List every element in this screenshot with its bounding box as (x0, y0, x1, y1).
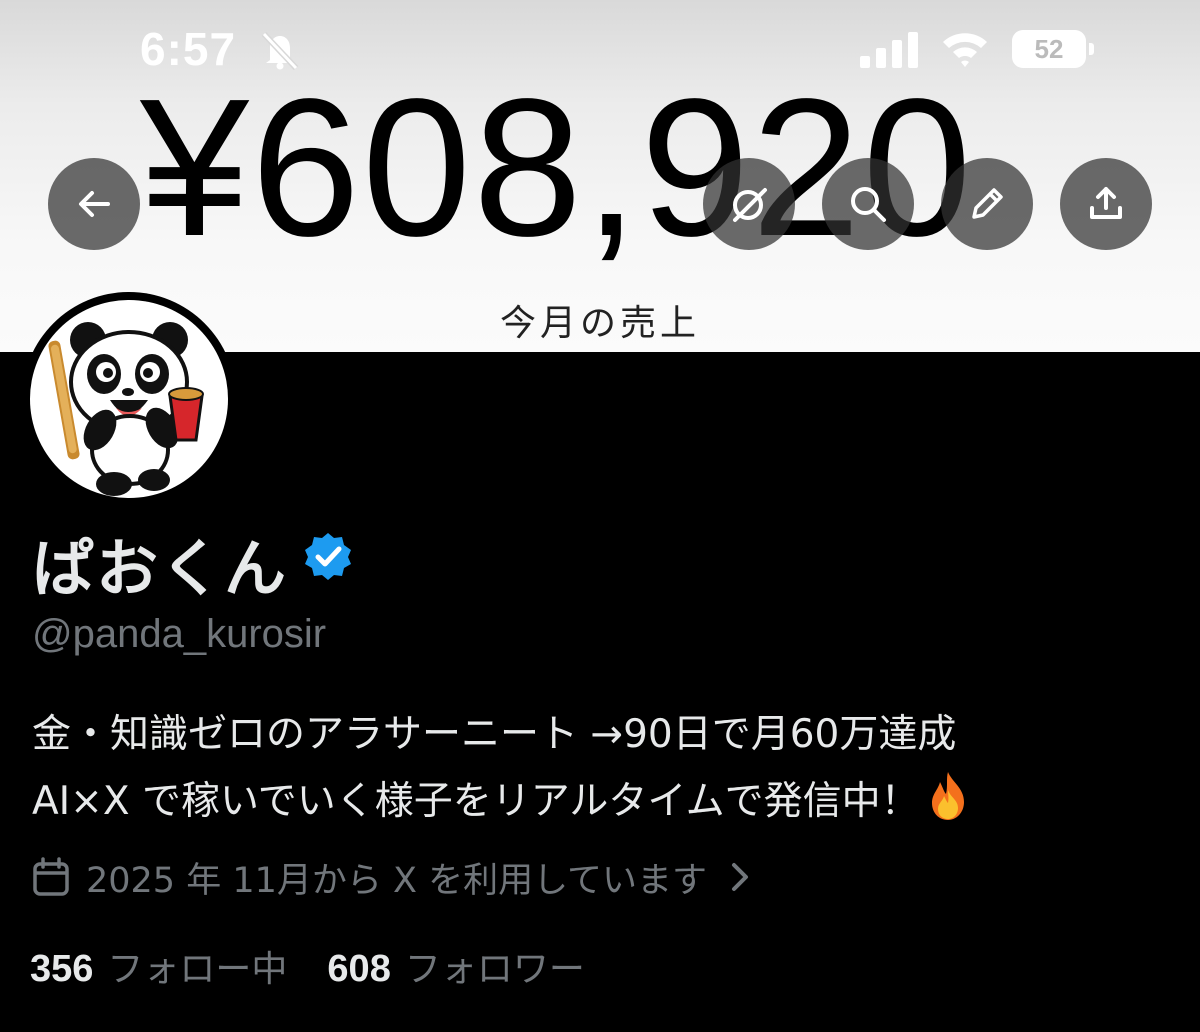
edit-button[interactable] (941, 158, 1033, 250)
status-time: 6:57 (140, 23, 237, 75)
following-count: 356 (30, 948, 94, 990)
followers-count: 608 (327, 948, 391, 990)
profile-bio-line-1: 金・知識ゼロのアラサーニート →90日で月60万達成 (32, 712, 957, 757)
wifi-icon (943, 33, 987, 67)
chevron-right-icon (732, 863, 749, 891)
profile-avatar[interactable] (22, 292, 236, 506)
panda-avatar-illustration (48, 322, 204, 496)
followers-link[interactable]: 608 フォロワー (327, 940, 584, 992)
grok-icon (733, 188, 767, 222)
joined-date-row[interactable]: 2025 年 11月から X を利用しています (30, 852, 753, 902)
joined-date-text: 2025 年 11月から X を利用しています (86, 860, 708, 901)
fire-icon (931, 772, 964, 820)
calendar-icon (33, 857, 69, 896)
search-icon (851, 187, 886, 222)
back-button[interactable] (48, 158, 140, 250)
bell-slash-icon (261, 31, 299, 70)
display-name: ぱおくん (32, 532, 289, 605)
share-icon (1090, 187, 1122, 219)
back-arrow-icon (79, 191, 110, 217)
battery-icon: 52 (1012, 30, 1094, 68)
follow-counts: 356 フォロー中 608 フォロワー (30, 940, 625, 992)
followers-label: フォロワー (404, 949, 585, 990)
following-link[interactable]: 356 フォロー中 (30, 940, 287, 992)
profile-bio-text: AI×X で稼いでいく様子をリアルタイムで発信中！ (32, 779, 920, 824)
profile-handle: @panda_kurosir (32, 612, 327, 656)
profile-bio-line-2: AI×X で稼いでいく様子をリアルタイムで発信中！ (32, 770, 1172, 831)
search-button[interactable] (822, 158, 914, 250)
verified-badge-icon[interactable] (302, 530, 354, 582)
following-label: フォロー中 (107, 949, 288, 990)
profile-banner[interactable]: ¥608,920 今月の売上 6:57 52 (0, 0, 1200, 352)
grok-button[interactable] (703, 158, 795, 250)
edit-pencil-icon (972, 188, 1003, 219)
share-button[interactable] (1060, 158, 1152, 250)
cellular-signal-icon (860, 32, 918, 68)
